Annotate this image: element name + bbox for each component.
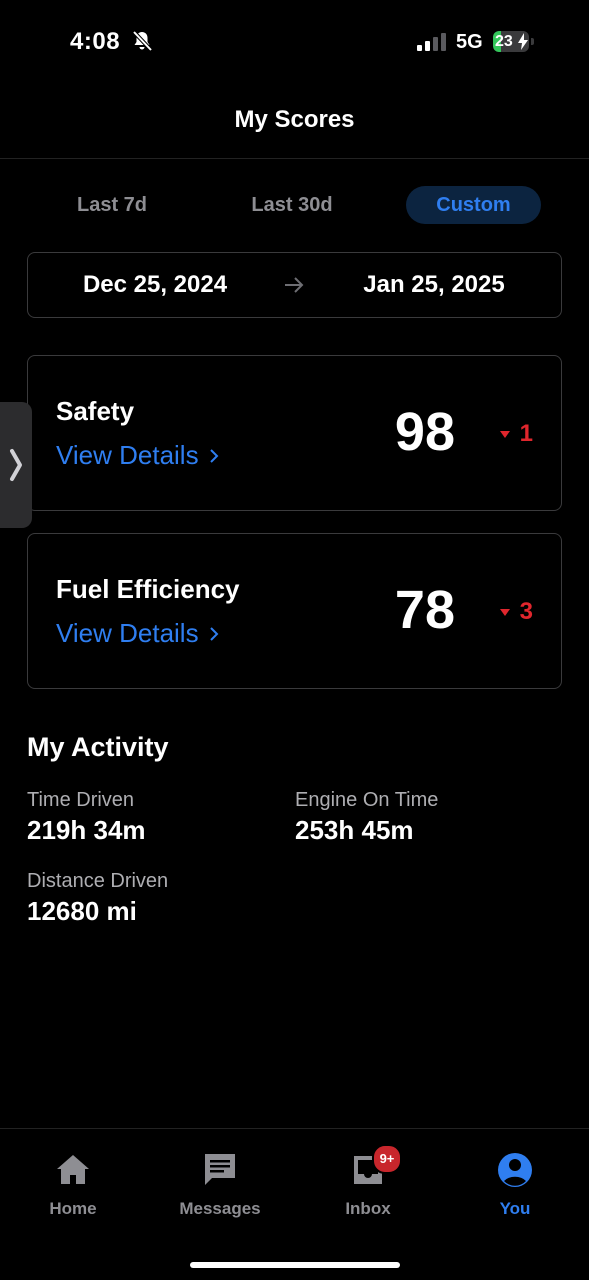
view-details-label: View Details: [56, 618, 199, 648]
date-range-picker[interactable]: Dec 25, 2024 Jan 25, 2025: [27, 252, 562, 318]
tabbar-messages[interactable]: Messages: [165, 1150, 275, 1220]
down-triangle-icon: [499, 608, 510, 616]
score-delta: 1: [499, 420, 533, 448]
tabbar-inbox[interactable]: 9+ Inbox: [313, 1144, 423, 1220]
delta-value: 3: [519, 598, 533, 625]
inbox-badge: 9+: [372, 1144, 402, 1174]
fuel-efficiency-score-card[interactable]: Fuel Efficiency View Details 78 3: [27, 533, 562, 689]
activity-title: My Activity: [27, 732, 169, 762]
tabbar-divider: [0, 1128, 589, 1129]
side-drawer-handle[interactable]: [0, 402, 32, 528]
messages-icon: [205, 1154, 235, 1185]
card-title: Safety: [56, 396, 135, 426]
distance-driven-value: 12680 mi: [27, 896, 137, 926]
chevron-right-icon: [209, 448, 219, 463]
engine-on-time-value: 253h 45m: [295, 815, 414, 845]
chevron-right-icon: [209, 626, 219, 641]
tabbar-label: Inbox: [345, 1199, 391, 1218]
user-icon: [498, 1153, 532, 1187]
distance-driven-label: Distance Driven: [27, 870, 169, 892]
network-type: 5G: [456, 31, 483, 53]
status-bar: 4:08 5G 23: [0, 0, 589, 86]
score-value: 98: [394, 402, 455, 462]
page-title: My Scores: [234, 106, 355, 133]
tab-custom[interactable]: Custom: [406, 186, 541, 224]
tabbar-you[interactable]: You: [460, 1150, 570, 1220]
card-title: Fuel Efficiency: [56, 574, 240, 604]
header-divider: [0, 158, 589, 159]
safety-score-card[interactable]: Safety View Details 98 1: [27, 355, 562, 511]
start-date[interactable]: Dec 25, 2024: [28, 253, 282, 317]
tabbar-label: You: [499, 1199, 531, 1218]
time-driven-label: Time Driven: [27, 789, 135, 811]
tabbar-label: Messages: [179, 1199, 261, 1218]
tabbar-label: Home: [49, 1199, 97, 1218]
tabbar-home[interactable]: Home: [18, 1150, 128, 1220]
down-triangle-icon: [499, 430, 510, 438]
end-date[interactable]: Jan 25, 2025: [328, 253, 540, 317]
view-details-link[interactable]: View Details: [56, 440, 219, 471]
charging-bolt-icon: [518, 33, 528, 50]
status-time: 4:08: [70, 28, 121, 55]
cellular-signal-icon: [417, 33, 446, 51]
tab-last-7d[interactable]: Last 7d: [52, 186, 172, 224]
home-icon: [57, 1155, 89, 1184]
chevron-right-icon: [10, 449, 22, 481]
score-value: 78: [394, 580, 455, 640]
bell-slash-icon: [132, 30, 153, 52]
delta-value: 1: [519, 420, 533, 447]
battery-indicator: 23: [493, 31, 535, 52]
arrow-right-icon: [285, 277, 304, 293]
view-details-label: View Details: [56, 440, 199, 470]
score-delta: 3: [499, 598, 533, 626]
tab-last-30d[interactable]: Last 30d: [227, 186, 357, 224]
home-indicator[interactable]: [190, 1262, 400, 1268]
view-details-link[interactable]: View Details: [56, 618, 219, 649]
engine-on-time-label: Engine On Time: [295, 789, 439, 811]
time-driven-value: 219h 34m: [27, 815, 146, 845]
